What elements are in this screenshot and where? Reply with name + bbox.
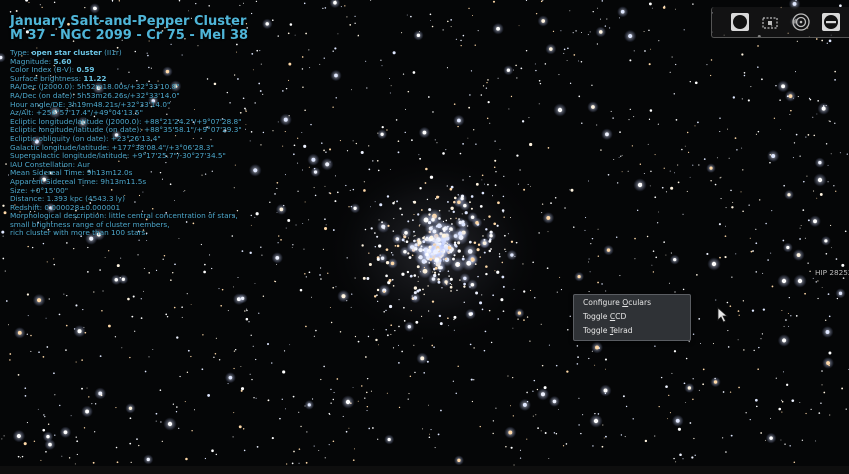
ocular-view-button[interactable] [729, 11, 751, 33]
info-line: Color Index (B-V): 0.59 [10, 66, 95, 75]
info-line: Az/Alt: +256°57'17.4"/+49°04'13.5" [10, 109, 143, 118]
star-label: HIP 28252 [815, 268, 849, 277]
ocular-toolbar [711, 7, 849, 38]
info-line: Magnitude: 5.60 [10, 57, 72, 66]
telrad-button[interactable] [790, 11, 812, 33]
info-line: Distance: 1.393 kpc (4543.3 ly) [10, 195, 125, 204]
ocular-icon [731, 13, 749, 31]
info-line: Ecliptic obliquity (on date): +23°26'13.… [10, 134, 161, 143]
ocular-settings-button[interactable] [820, 11, 842, 33]
mouse-pointer-icon [717, 307, 729, 323]
ccd-sensor-button[interactable] [759, 11, 781, 33]
menu-item-configure-oculars[interactable]: Configure Oculars [574, 296, 690, 310]
info-line: small brightness range of cluster member… [10, 220, 170, 229]
ocular-context-menu: Configure Oculars Toggle CCD Toggle Telr… [573, 294, 691, 341]
info-line: Galactic longitude/latitude: +177°38'08.… [10, 143, 214, 152]
menu-item-toggle-telrad[interactable]: Toggle Telrad [574, 324, 690, 338]
menu-item-toggle-ccd[interactable]: Toggle CCD [574, 310, 690, 324]
info-line: Ecliptic longitude/latitude (on date): +… [10, 126, 242, 135]
info-line: Apparent Sidereal Time: 9h13m11.5s [10, 177, 147, 186]
info-line: IAU Constellation: Aur [10, 160, 91, 169]
info-line: Surface brightness: 11.22 [10, 74, 107, 83]
info-line: rich cluster with more than 100 stars. [10, 229, 148, 238]
info-line: Mean Sidereal Time: 9h13m12.0s [10, 169, 133, 178]
config-icon [822, 13, 840, 31]
object-info-panel: Type: open star cluster (II1r) Magnitude:… [10, 49, 280, 238]
info-line: Morphological description: little centra… [10, 212, 238, 221]
info-line: Redshift: 0.000028±0.000001 [10, 203, 121, 212]
ccd-icon [762, 17, 778, 29]
bottom-status-bar [0, 466, 849, 474]
info-line: Ecliptic longitude/latitude (J2000.0): +… [10, 117, 242, 126]
info-line: Supergalactic longitude/latitude: +9°17'… [10, 152, 226, 161]
info-line: Type: open star cluster (II1r) [10, 49, 122, 57]
object-designations-title: M 37 - NGC 2099 - Cr 75 - Mel 38 [10, 28, 249, 43]
object-name-title: January Salt-and-Pepper Cluster [10, 14, 247, 29]
telrad-icon [792, 13, 810, 31]
info-line: RA/Dec (on date): 5h53m26.26s/+32°33'14.… [10, 91, 180, 100]
info-line: RA/Dec (J2000.0): 5h52m18.00s/+32°33'10.… [10, 83, 180, 92]
info-line: Hour angle/DE: 3h19m48.21s/+32°33'14.0" [10, 100, 171, 109]
info-line: Size: +0°15'00" [10, 186, 69, 195]
